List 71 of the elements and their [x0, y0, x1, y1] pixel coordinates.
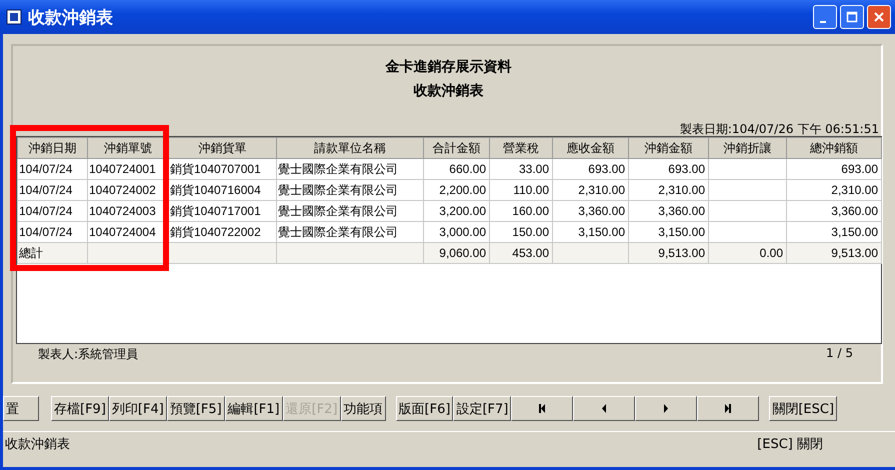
print-date: 製表日期:104/07/26 下午 06:51:51: [680, 121, 879, 136]
report-maker: 製表人:系統管理員: [38, 346, 138, 363]
toolbar-button[interactable]: 存檔[F9]: [51, 396, 109, 421]
column-header[interactable]: 應收金額: [552, 138, 628, 158]
table-cell: 2,310.00: [786, 180, 882, 200]
status-hint: [ESC] 關閉: [757, 436, 823, 453]
first-page-button[interactable]: [511, 396, 574, 421]
table-cell: 104/07/24: [18, 158, 88, 180]
minimize-button[interactable]: [813, 5, 837, 29]
column-header[interactable]: 沖銷金額: [628, 138, 708, 158]
window-title: 收款沖銷表: [28, 6, 113, 28]
column-header[interactable]: 沖銷貨單: [168, 138, 276, 158]
table-cell: 2,310.00: [628, 180, 708, 200]
table-cell: 693.00: [552, 158, 628, 180]
column-header[interactable]: 營業稅: [490, 138, 552, 158]
prev-page-button[interactable]: [573, 396, 636, 421]
table-cell: 104/07/24: [18, 200, 88, 222]
company-name: 金卡進銷存展示資料: [386, 58, 512, 76]
toolbar-button[interactable]: 置: [3, 396, 39, 421]
toolbar-button[interactable]: 關閉[ESC]: [769, 396, 838, 421]
column-header[interactable]: 沖銷折讓: [708, 138, 786, 158]
page-number: 1 / 5: [826, 346, 853, 362]
last-page-button[interactable]: [697, 396, 760, 421]
column-header[interactable]: 合計金額: [424, 138, 490, 158]
close-button[interactable]: [867, 5, 891, 29]
table-cell: 9,060.00: [424, 242, 490, 264]
status-text: 收款沖銷表: [5, 436, 70, 453]
table-cell: 110.00: [490, 180, 552, 200]
table-cell: 覺士國際企業有限公司: [276, 158, 424, 180]
table-cell: 覺士國際企業有限公司: [276, 200, 424, 222]
table-cell: 3,360.00: [628, 200, 708, 222]
app-icon: [6, 9, 22, 25]
toolbar-button[interactable]: 設定[F7]: [453, 396, 512, 421]
toolbar-button[interactable]: 編輯[F1]: [224, 396, 283, 421]
skip-start-icon: [538, 404, 546, 413]
table-cell: 3,360.00: [786, 200, 882, 222]
table-cell: 銷貨1040716004: [168, 180, 276, 200]
table-cell: 2,200.00: [424, 180, 490, 200]
table-cell: 9,513.00: [786, 242, 882, 264]
table-cell: 3,360.00: [552, 200, 628, 222]
maximize-icon: [846, 11, 858, 23]
table-cell: 銷貨1040707001: [168, 158, 276, 180]
next-page-button[interactable]: [635, 396, 698, 421]
table-cell: 104/07/24: [18, 180, 88, 200]
skip-end-icon: [724, 404, 732, 413]
column-header[interactable]: 請款單位名稱: [276, 138, 424, 158]
table-cell: 總計: [18, 242, 88, 264]
table-cell: 0.00: [708, 242, 786, 264]
table-cell: 2,310.00: [552, 180, 628, 200]
toolbar-button[interactable]: 預覽[F5]: [166, 396, 225, 421]
minimize-icon: [820, 21, 826, 23]
report-title: 收款沖銷表: [414, 82, 484, 100]
toolbar-button[interactable]: 版面[F6]: [396, 396, 454, 421]
table-cell: 銷貨1040717001: [168, 200, 276, 222]
maximize-button[interactable]: [840, 5, 864, 29]
column-header[interactable]: 沖銷日期: [18, 138, 88, 158]
column-header[interactable]: 總沖銷額: [786, 138, 882, 158]
table-cell: 33.00: [490, 158, 552, 180]
table-cell: 9,513.00: [628, 242, 708, 264]
close-icon: [873, 11, 885, 23]
table-cell: 160.00: [490, 200, 552, 222]
table-cell: 693.00: [628, 158, 708, 180]
table-cell: 3,200.00: [424, 200, 490, 222]
right-triangle-icon: [663, 404, 670, 413]
table-cell: 693.00: [786, 158, 882, 180]
toolbar-button[interactable]: 功能項: [340, 396, 386, 421]
toolbar-button[interactable]: 列印[F4]: [108, 396, 167, 421]
table-cell: 覺士國際企業有限公司: [276, 180, 424, 200]
table-cell: 453.00: [490, 242, 552, 264]
table-cell: 660.00: [424, 158, 490, 180]
left-triangle-icon: [601, 404, 608, 413]
